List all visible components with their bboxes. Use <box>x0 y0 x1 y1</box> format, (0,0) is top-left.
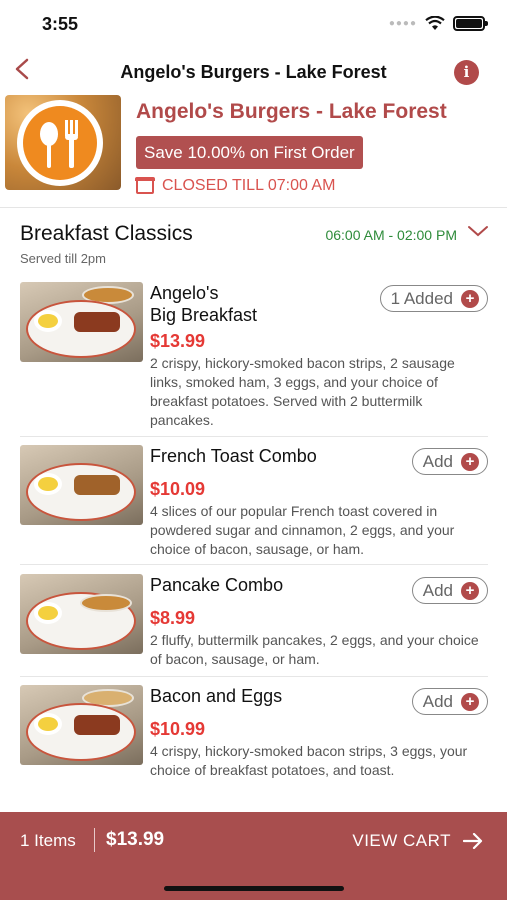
add-button[interactable]: Add + <box>411 688 488 715</box>
menu-item[interactable]: Pancake Combo $8.99 2 fluffy, buttermilk… <box>20 574 488 677</box>
status-icons: ●●●● <box>388 16 488 31</box>
view-cart-button[interactable]: VIEW CART <box>352 831 483 851</box>
restaurant-name: Angelo's Burgers - Lake Forest <box>136 100 447 123</box>
divider <box>94 828 95 852</box>
add-button[interactable]: Add + <box>411 577 488 604</box>
plus-icon: + <box>461 289 479 308</box>
item-name: French Toast Combo <box>150 446 317 466</box>
item-image <box>20 574 143 654</box>
cart-item-count: 1 Items <box>20 831 76 850</box>
item-price: $10.99 <box>150 719 206 739</box>
item-name: Bacon and Eggs <box>150 686 283 706</box>
item-description: 2 crispy, hickory-smoked bacon strips, 2… <box>150 355 455 428</box>
info-icon: i <box>463 63 470 81</box>
info-button[interactable]: i <box>454 60 479 85</box>
status-bar: 3:55 ●●●● <box>0 0 507 50</box>
utensils-icon <box>40 120 78 168</box>
item-price: $10.09 <box>150 479 206 499</box>
section-title: Breakfast Classics <box>20 222 193 245</box>
item-description: 4 slices of our popular French toast cov… <box>150 503 455 557</box>
plus-icon: + <box>461 452 479 471</box>
item-price: $8.99 <box>150 608 196 628</box>
item-name: Pancake Combo <box>150 575 284 595</box>
menu-item[interactable]: Bacon and Eggs $10.99 4 crispy, hickory-… <box>20 685 488 800</box>
item-image <box>20 282 143 362</box>
item-image <box>20 685 143 765</box>
item-image <box>20 445 143 525</box>
chevron-down-icon[interactable] <box>467 222 489 243</box>
plus-icon: + <box>461 581 479 600</box>
menu-item[interactable]: Angelo's Big Breakfast $13.99 2 crispy, … <box>20 282 488 437</box>
home-indicator[interactable] <box>164 886 344 891</box>
item-description: 2 fluffy, buttermilk pancakes, 2 eggs, a… <box>150 632 479 667</box>
restaurant-header: Angelo's Burgers - Lake Forest Save 10.0… <box>0 92 507 208</box>
added-button[interactable]: 1 Added + <box>379 285 488 312</box>
status-time: 3:55 <box>42 14 79 34</box>
item-price: $13.99 <box>150 331 206 351</box>
promo-badge: Save 10.00% on First Order <box>136 136 363 169</box>
arrow-right-icon <box>463 833 483 849</box>
menu-item[interactable]: French Toast Combo $10.09 4 slices of ou… <box>20 445 488 565</box>
restaurant-logo <box>5 95 121 190</box>
nav-bar: Angelo's Burgers - Lake Forest i <box>0 52 507 92</box>
signal-icon: ●●●● <box>388 18 417 29</box>
menu-section-header[interactable]: Breakfast Classics Served till 2pm 06:00… <box>0 222 507 270</box>
store-icon <box>135 176 155 194</box>
plus-icon: + <box>461 692 479 711</box>
cart-total: $13.99 <box>106 829 165 850</box>
wifi-icon <box>425 16 445 30</box>
item-name: Angelo's Big Breakfast <box>150 283 258 325</box>
page-title: Angelo's Burgers - Lake Forest <box>120 62 387 82</box>
store-status: CLOSED TILL 07:00 AM <box>135 176 336 195</box>
add-button[interactable]: Add + <box>411 448 488 475</box>
section-hours: 06:00 AM - 02:00 PM <box>325 227 457 243</box>
battery-icon <box>453 16 488 31</box>
section-subtitle: Served till 2pm <box>20 251 106 266</box>
store-status-text: CLOSED TILL 07:00 AM <box>162 177 336 194</box>
item-description: 4 crispy, hickory-smoked bacon strips, 3… <box>150 743 468 778</box>
